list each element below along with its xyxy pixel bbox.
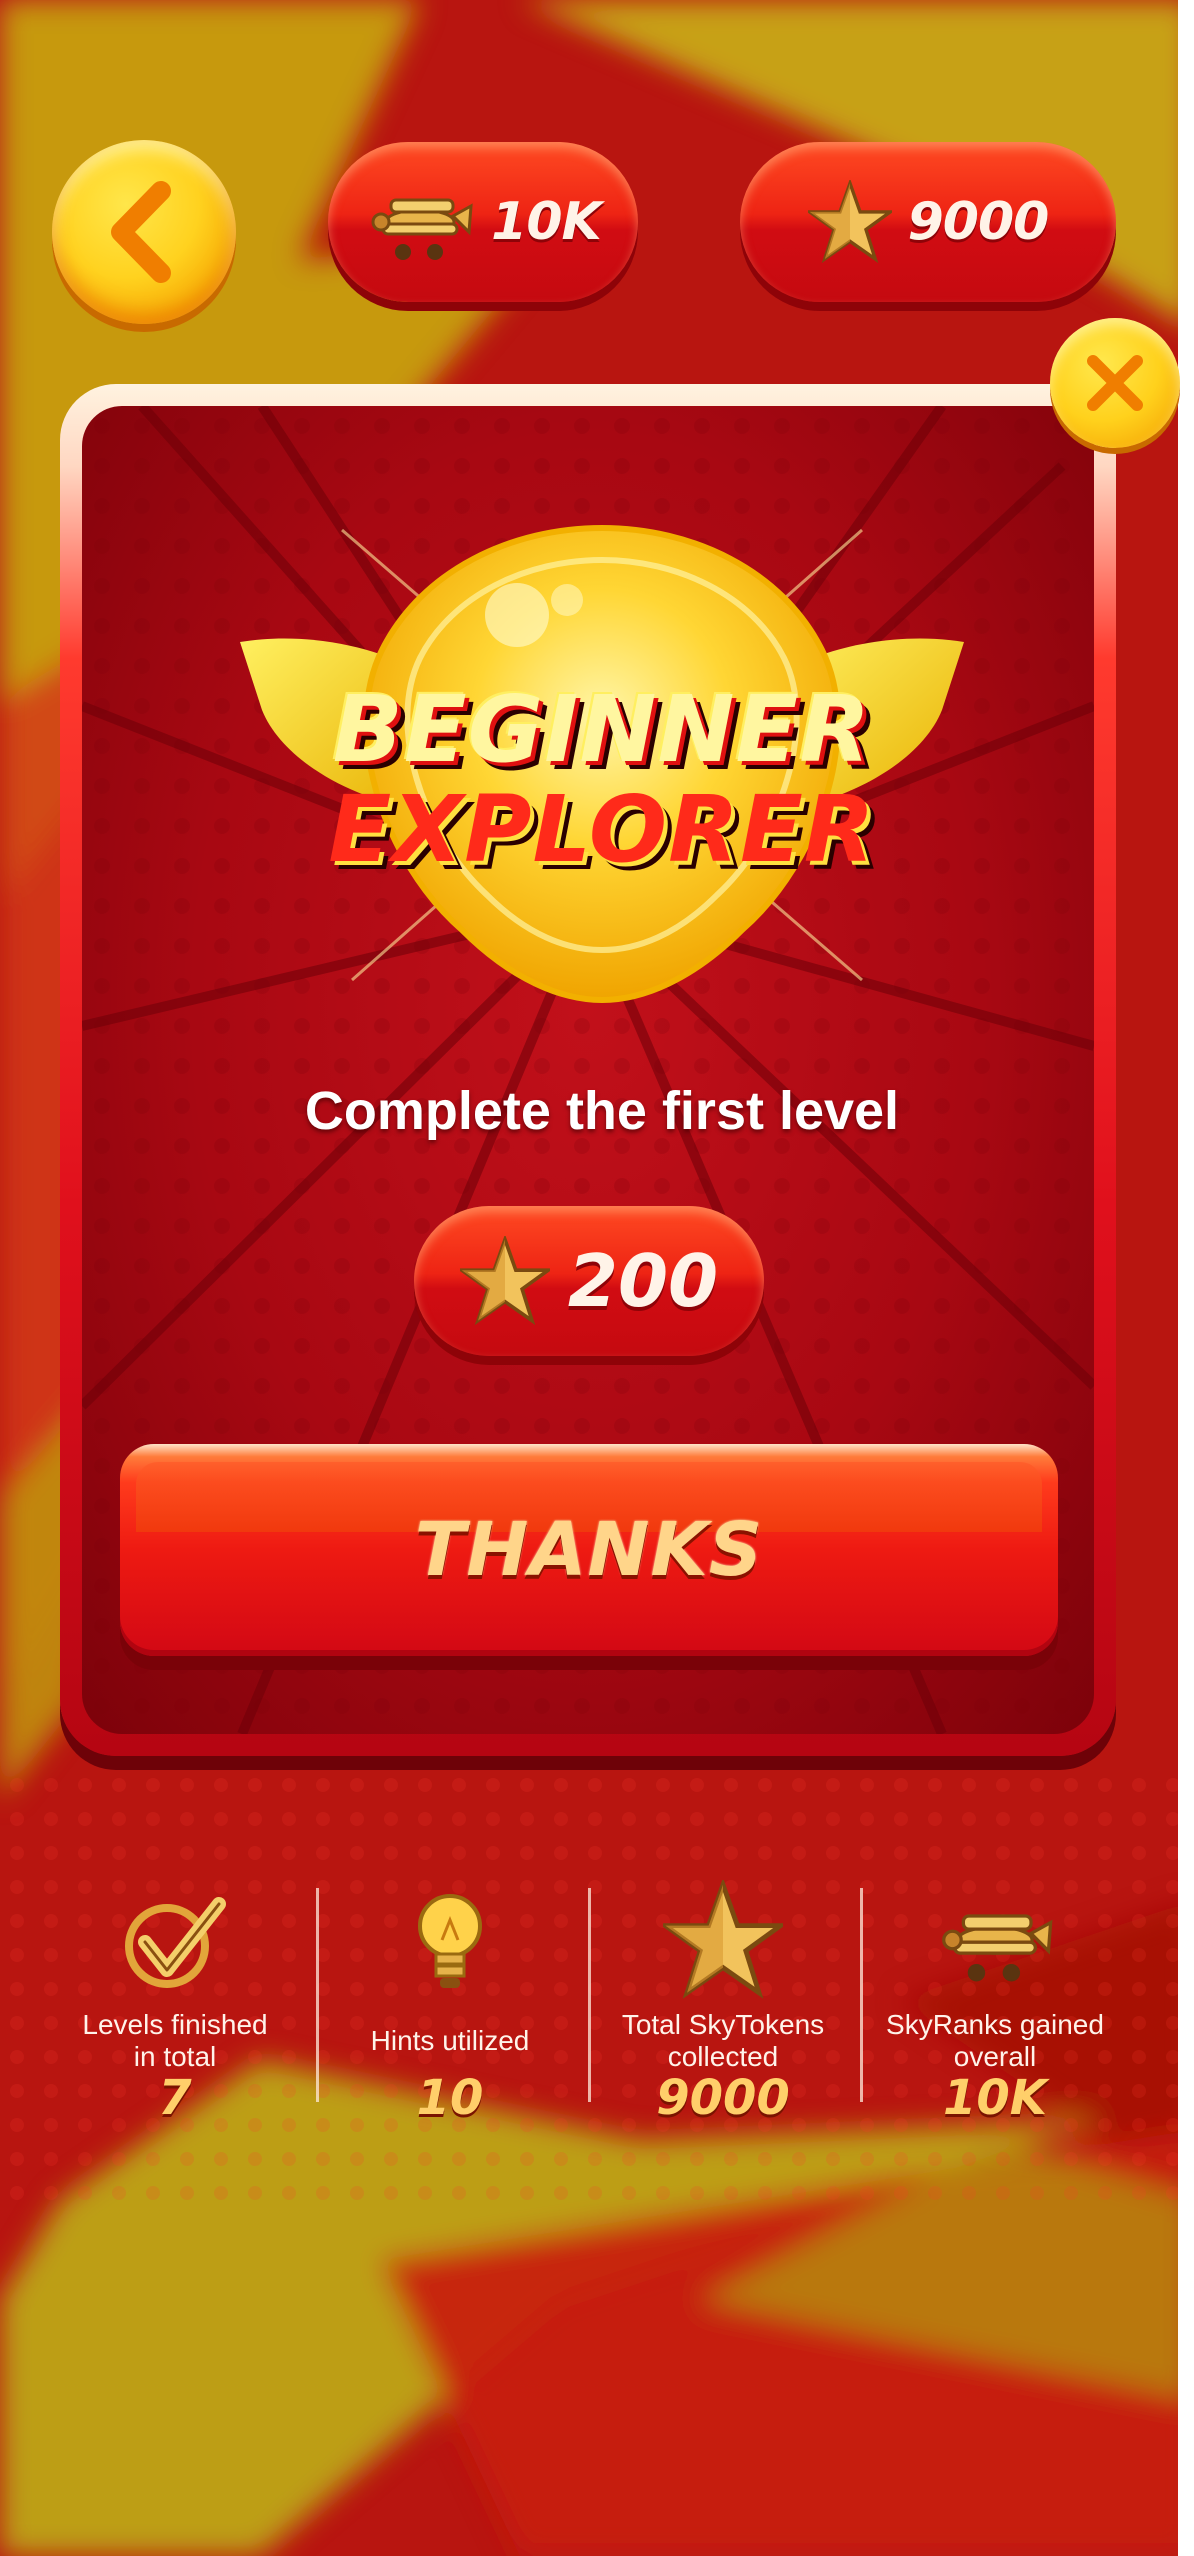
chevron-left-icon (111, 181, 171, 283)
checkmark-icon (125, 1897, 226, 1988)
close-button[interactable] (1050, 318, 1180, 448)
badge-title-line2: EXPLORER (328, 776, 876, 883)
stat-value: 10 (416, 2070, 484, 2126)
star-icon (663, 1880, 783, 1999)
stat-hints-utilized: Hints utilized 10 (315, 1880, 585, 2140)
stat-label-line1: SkyRanks gained (886, 2009, 1104, 2040)
stats-row: Levels finished in total 7 Hints utilize… (40, 1880, 1140, 2140)
reward-value: 200 (567, 1239, 719, 1323)
stat-value: 9000 (656, 2070, 790, 2126)
stat-value: 10K (943, 2070, 1047, 2126)
stars-value: 9000 (907, 192, 1050, 252)
plane-icon (371, 198, 473, 260)
star-icon (807, 180, 892, 264)
stat-label-line2: overall (953, 2041, 1037, 2072)
plane-icon (942, 1914, 1053, 1982)
screen-edge (1178, 0, 1194, 2556)
badge-title-line1: BEGINNER (332, 676, 872, 783)
lightbulb-icon (418, 1894, 482, 1988)
stat-label-line2: in total (133, 2041, 217, 2072)
reward-badge: 200 (414, 1206, 764, 1356)
stat-label-line1: Total SkyTokens (621, 2009, 825, 2040)
stat-label-line1: Levels finished (82, 2009, 268, 2040)
achievement-badge: BEGINNER EXPLORER (222, 480, 982, 1040)
stars-counter: 9000 (740, 142, 1116, 302)
star-icon (459, 1236, 550, 1326)
close-icon (1087, 355, 1143, 411)
planes-counter: 10K (328, 142, 638, 302)
stat-total-skytokens: Total SkyTokens collected 9000 (588, 1880, 858, 2140)
thanks-button-label: THANKS (414, 1507, 764, 1593)
stat-label-line1: Hints utilized (370, 2025, 530, 2056)
stat-skyranks-gained: SkyRanks gained overall 10K (860, 1880, 1130, 2140)
stat-levels-finished: Levels finished in total 7 (40, 1880, 310, 2140)
achievement-description: Complete the first level (304, 1081, 900, 1141)
planes-value: 10K (491, 192, 602, 252)
stat-label-line2: collected (667, 2041, 779, 2072)
back-button[interactable] (52, 140, 236, 324)
stat-value: 7 (158, 2070, 192, 2126)
thanks-button[interactable]: THANKS (120, 1444, 1058, 1656)
